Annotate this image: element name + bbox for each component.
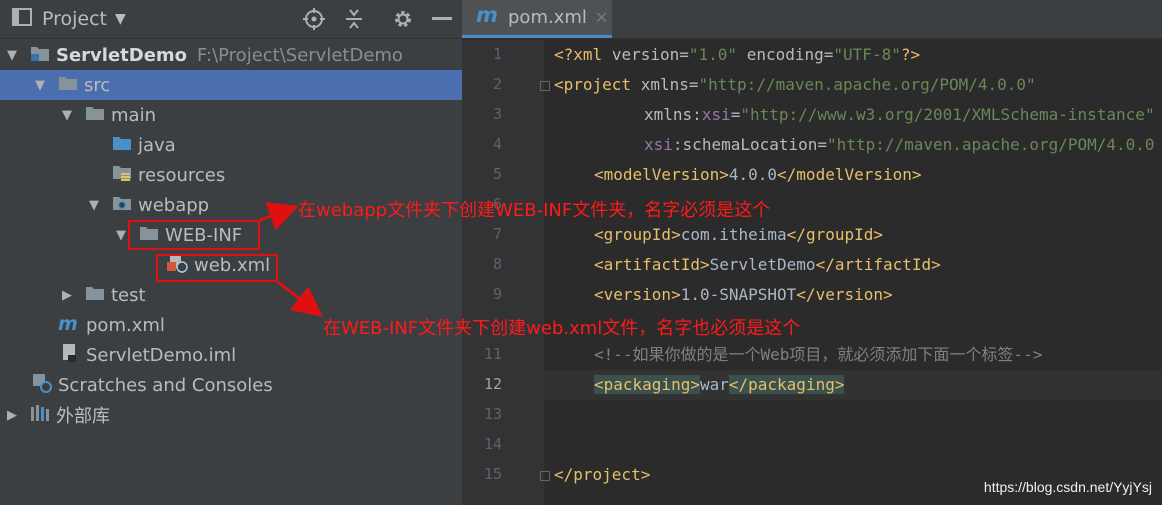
watermark: https://blog.csdn.net/YyjYsj bbox=[983, 479, 1152, 495]
annotation-note-web-inf: 在webapp文件夹下创建WEB-INF文件夹，名字必须是这个 bbox=[298, 200, 771, 221]
annotation-note-web-xml: 在WEB-INF文件夹下创建web.xml文件，名字也必须是这个 bbox=[323, 318, 801, 339]
annotation-arrows bbox=[259, 202, 323, 317]
